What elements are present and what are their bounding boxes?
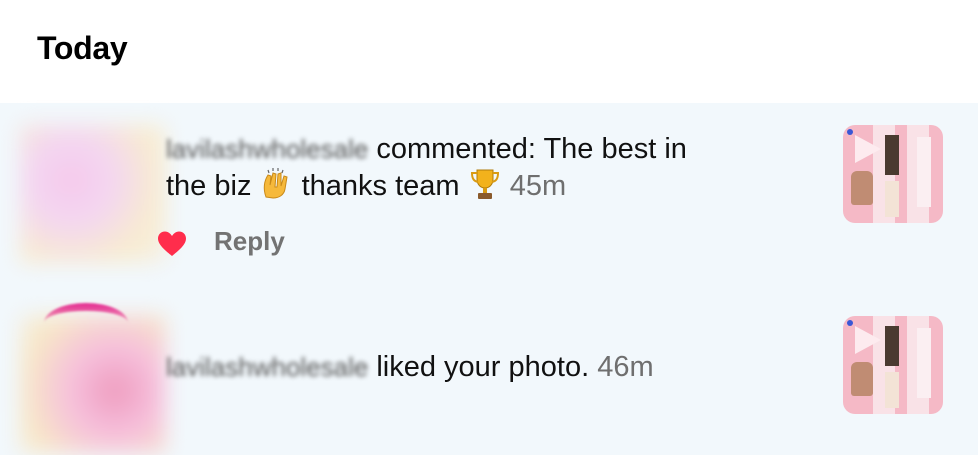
raising-hands-icon <box>263 168 288 199</box>
notification-text-line2: the biz thanks team 45m <box>166 167 566 204</box>
comment-text-part: thanks team <box>301 170 460 202</box>
notification-text: lavilashwholesale liked your photo. 46m <box>166 349 654 385</box>
timestamp: 45m <box>509 170 567 202</box>
avatar[interactable] <box>20 315 166 453</box>
like-text: liked your photo. <box>376 351 590 383</box>
timestamp: 46m <box>597 351 654 383</box>
notification-text: lavilashwholesale commented: The best in <box>166 131 687 167</box>
heart-icon[interactable] <box>158 231 186 257</box>
username[interactable]: lavilashwholesale <box>166 349 368 385</box>
comment-text-part: the biz <box>166 170 252 202</box>
notification-list: lavilashwholesale commented: The best in … <box>0 103 978 455</box>
section-title-today: Today <box>37 30 128 66</box>
notification-item[interactable]: lavilashwholesale commented: The best in … <box>0 103 978 293</box>
post-thumbnail[interactable] <box>843 316 943 414</box>
reply-button[interactable]: Reply <box>214 226 285 257</box>
post-thumbnail[interactable] <box>843 125 943 223</box>
avatar[interactable] <box>20 125 166 263</box>
trophy-icon <box>470 169 499 199</box>
comment-text: commented: The best in <box>376 133 687 165</box>
notification-item[interactable]: lavilashwholesale liked your photo. 46m <box>0 293 978 455</box>
username[interactable]: lavilashwholesale <box>166 131 368 167</box>
